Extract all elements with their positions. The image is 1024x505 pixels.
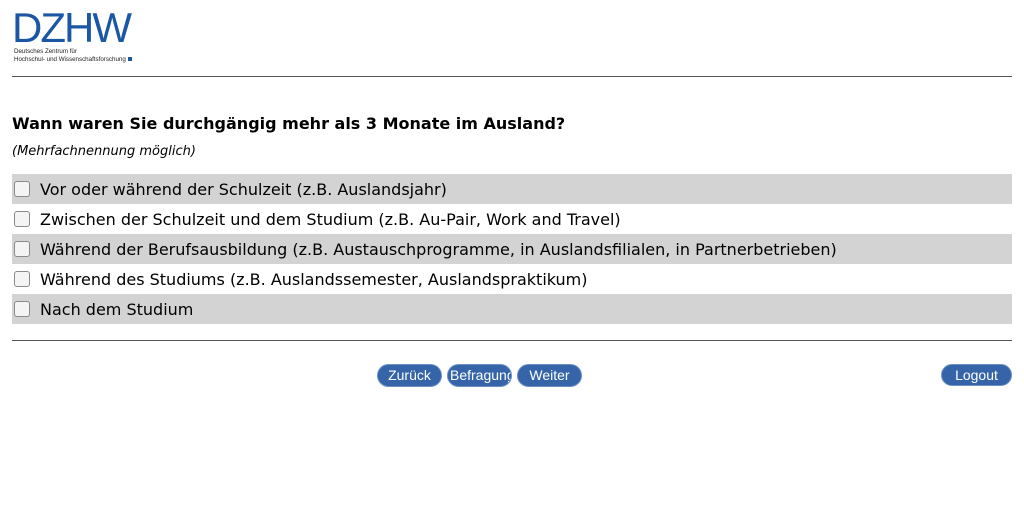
- option-row[interactable]: Während des Studiums (z.B. Auslandssemes…: [12, 264, 1012, 294]
- survey-button[interactable]: Befragung: [447, 364, 512, 387]
- option-row[interactable]: Vor oder während der Schulzeit (z.B. Aus…: [12, 174, 1012, 204]
- option-checkbox[interactable]: [14, 271, 30, 287]
- option-row[interactable]: Nach dem Studium: [12, 294, 1012, 324]
- option-checkbox[interactable]: [14, 181, 30, 197]
- question-title: Wann waren Sie durchgängig mehr als 3 Mo…: [12, 114, 566, 133]
- option-label[interactable]: Zwischen der Schulzeit und dem Studium (…: [40, 210, 621, 229]
- option-checkbox[interactable]: [14, 301, 30, 317]
- option-checkbox[interactable]: [14, 241, 30, 257]
- option-label[interactable]: Nach dem Studium: [40, 300, 193, 319]
- option-label[interactable]: Während der Berufsausbildung (z.B. Austa…: [40, 240, 837, 259]
- option-row[interactable]: Zwischen der Schulzeit und dem Studium (…: [12, 204, 1012, 234]
- page-header: DZHW Deutsches Zentrum für Hochschul- un…: [12, 4, 1012, 76]
- logo-subtitle-line1: Deutsches Zentrum für: [14, 48, 77, 55]
- option-row[interactable]: Während der Berufsausbildung (z.B. Austa…: [12, 234, 1012, 264]
- logo-square-icon: [127, 57, 132, 62]
- next-button[interactable]: Weiter: [517, 364, 582, 387]
- back-button[interactable]: Zurück: [377, 364, 442, 387]
- logo-subtitle-line2-wrap: Hochschul- und Wissenschaftsforschung: [14, 56, 132, 64]
- question-hint: (Mehrfachnennung möglich): [12, 144, 196, 159]
- option-checkbox[interactable]: [14, 211, 30, 227]
- option-label[interactable]: Vor oder während der Schulzeit (z.B. Aus…: [40, 180, 447, 199]
- option-label[interactable]: Während des Studiums (z.B. Auslandssemes…: [40, 270, 588, 289]
- footer-divider: [12, 340, 1012, 341]
- answer-options: Vor oder während der Schulzeit (z.B. Aus…: [12, 174, 1012, 324]
- dzhw-logo: DZHW Deutsches Zentrum für Hochschul- un…: [12, 4, 152, 68]
- logo-wordmark: DZHW: [12, 4, 132, 51]
- logout-button[interactable]: Logout: [941, 364, 1012, 386]
- logo-subtitle-line2: Hochschul- und Wissenschaftsforschung: [14, 56, 126, 63]
- logo-subtitle: Deutsches Zentrum für Hochschul- und Wis…: [14, 48, 132, 64]
- header-divider: [12, 76, 1012, 77]
